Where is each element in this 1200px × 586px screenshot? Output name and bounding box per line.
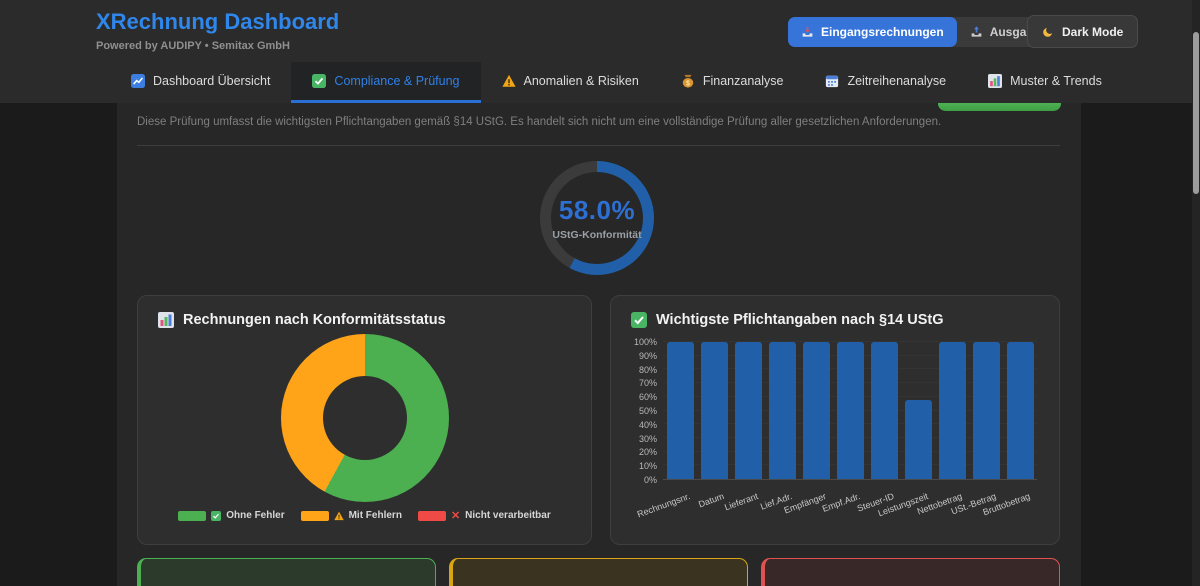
eingangsrechnungen-label: Eingangsrechnungen [821, 25, 944, 39]
legend-label: Nicht verarbeitbar [465, 510, 551, 521]
pflichtangaben-card: Wichtigste Pflichtangaben nach §14 UStG … [610, 295, 1060, 545]
status-card-success [137, 558, 436, 586]
konformitaet-donut-chart [281, 334, 449, 502]
legend-swatch-red [418, 511, 446, 521]
y-tick-label: 30% [639, 434, 657, 444]
bar-Bruttobetrag [1007, 342, 1034, 479]
tab-muster-trends[interactable]: Muster & Trends [967, 62, 1123, 103]
y-tick-label: 80% [639, 365, 657, 375]
x-tick-label: Datum [697, 491, 725, 509]
bar-chart-plot-area [663, 342, 1037, 480]
legend-nicht-verarbeitbar[interactable]: ✕ Nicht verarbeitbar [418, 509, 551, 522]
x-icon: ✕ [451, 509, 460, 522]
gauge-inner: 58.0% UStG-Konformität [551, 172, 643, 264]
bar-Rechnungsnr. [667, 342, 694, 479]
legend-swatch-green [178, 511, 206, 521]
bar-Empfänger [803, 342, 830, 479]
bar-card-title: Wichtigste Pflichtangaben nach §14 UStG [611, 296, 1059, 334]
legend-mit-fehlern[interactable]: Mit Fehlern [301, 509, 402, 522]
xrechnung-dashboard: XRechnung Dashboard Powered by AUDIPY • … [0, 0, 1200, 586]
y-tick-label: 60% [639, 392, 657, 402]
legend-label: Ohne Fehler [226, 510, 284, 521]
x-tick-label: Lieferant [723, 491, 759, 512]
y-tick-label: 70% [639, 378, 657, 388]
scrollbar-thumb[interactable] [1193, 32, 1199, 194]
tab-compliance-pruefung[interactable]: Compliance & Prüfung [291, 62, 480, 103]
nav-tabs: Dashboard Übersicht Compliance & Prüfung… [0, 62, 1200, 103]
bar-Empf.Adr. [837, 342, 864, 479]
x-tick-label: Empf.Adr. [821, 491, 862, 514]
dark-mode-label: Dark Mode [1062, 25, 1123, 39]
check-icon [312, 74, 326, 88]
moon-icon [1042, 26, 1054, 38]
tab-label: Anomalien & Risiken [524, 74, 639, 88]
gauge-value: 58.0% [559, 195, 635, 226]
legend-label: Mit Fehlern [349, 510, 402, 521]
bar-Lieferant [735, 342, 762, 479]
inbox-tray-icon [801, 26, 814, 39]
outbox-tray-icon [970, 26, 983, 39]
vertical-scrollbar [1192, 0, 1200, 586]
money-icon: $ [681, 74, 695, 88]
x-tick-label: Rechnungsnr. [636, 491, 692, 519]
y-tick-label: 40% [639, 420, 657, 430]
tab-label: Compliance & Prüfung [334, 74, 459, 88]
section-divider [137, 145, 1060, 146]
page-title: XRechnung Dashboard [96, 9, 339, 35]
warning-icon [502, 74, 516, 88]
bar-card-title-text: Wichtigste Pflichtangaben nach §14 UStG [656, 312, 944, 328]
check-icon [631, 312, 647, 328]
svg-text:$: $ [686, 80, 690, 87]
pie-legend: Ohne Fehler Mit Fehlern ✕ Nicht verarbei… [138, 509, 591, 522]
eingangsrechnungen-button[interactable]: Eingangsrechnungen [788, 17, 957, 47]
header-bar: XRechnung Dashboard Powered by AUDIPY • … [0, 0, 1200, 62]
dark-mode-button[interactable]: Dark Mode [1027, 15, 1138, 48]
bar-Datum [701, 342, 728, 479]
calendar-icon [825, 74, 839, 88]
pie-card-title: Rechnungen nach Konformitätsstatus [138, 296, 591, 334]
konformitaetsstatus-card: Rechnungen nach Konformitätsstatus Ohne … [137, 295, 592, 545]
gauge-caption: UStG-Konformität [552, 229, 641, 241]
tab-label: Dashboard Übersicht [153, 74, 270, 88]
page-subtitle: Powered by AUDIPY • Semitax GmbH [96, 40, 290, 52]
legend-ohne-fehler[interactable]: Ohne Fehler [178, 509, 284, 522]
y-tick-label: 90% [639, 351, 657, 361]
donut-hole [323, 376, 407, 460]
chart-line-icon [131, 74, 145, 88]
tab-anomalien-risiken[interactable]: Anomalien & Risiken [481, 62, 660, 103]
bar-Leistungszeit [905, 400, 932, 479]
tab-finanzanalyse[interactable]: $ Finanzanalyse [660, 62, 805, 103]
konformitaet-gauge: 58.0% UStG-Konformität [540, 161, 654, 275]
bar-Nettobetrag [939, 342, 966, 479]
compliance-info-text: Diese Prüfung umfasst die wichtigsten Pf… [137, 116, 1067, 128]
check-icon [211, 511, 221, 521]
bar-chart-y-axis: 0%10%20%30%40%50%60%70%80%90%100% [627, 342, 657, 480]
tab-dashboard-uebersicht[interactable]: Dashboard Übersicht [110, 62, 291, 103]
tab-label: Finanzanalyse [703, 74, 784, 88]
y-tick-label: 50% [639, 406, 657, 416]
status-card-row [137, 558, 1060, 586]
bar-Steuer-ID [871, 342, 898, 479]
status-card-warning [449, 558, 748, 586]
y-tick-label: 100% [634, 337, 657, 347]
pie-card-title-text: Rechnungen nach Konformitätsstatus [183, 312, 446, 328]
tab-zeitreihenanalyse[interactable]: Zeitreihenanalyse [804, 62, 967, 103]
warning-icon [334, 511, 344, 521]
y-tick-label: 0% [644, 475, 657, 485]
bar-Lief.Adr. [769, 342, 796, 479]
pflichtangaben-bar-chart: 0% 10% 20% 30% 40% 50% 60% 70% 80% 90% 100% Rechnu… [627, 338, 1049, 526]
bar-chart-icon [158, 312, 174, 328]
tab-label: Muster & Trends [1010, 74, 1102, 88]
tab-label: Zeitreihenanalyse [847, 74, 946, 88]
bar-USt.-Betrag [973, 342, 1000, 479]
bar-chart-icon [988, 74, 1002, 88]
y-tick-label: 10% [639, 461, 657, 471]
legend-swatch-orange [301, 511, 329, 521]
y-tick-label: 20% [639, 447, 657, 457]
status-card-error [761, 558, 1060, 586]
bar-chart-x-axis: Rechnungsnr.DatumLieferantLief.Adr.Empfä… [663, 485, 1037, 525]
